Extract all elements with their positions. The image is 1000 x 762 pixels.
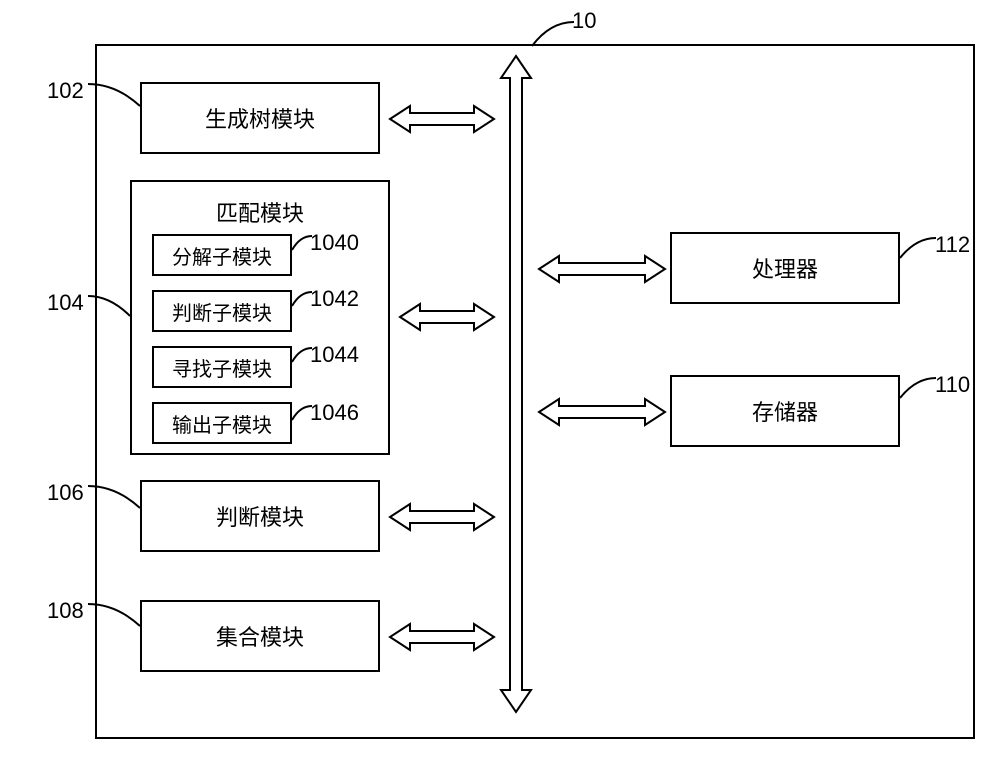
- memory-module: 存储器: [670, 375, 900, 447]
- ref-1046: 1046: [310, 400, 359, 426]
- decompose-sub-label: 分解子模块: [172, 241, 272, 270]
- output-sub-module: 输出子模块: [152, 402, 292, 444]
- leader-106: [86, 484, 144, 512]
- collection-module: 集合模块: [140, 600, 380, 672]
- ref-106: 106: [47, 480, 84, 506]
- spanning-tree-label: 生成树模块: [205, 102, 315, 134]
- ref-108: 108: [47, 598, 84, 624]
- ref-1040: 1040: [310, 230, 359, 256]
- ref-1044: 1044: [310, 342, 359, 368]
- leader-112: [898, 236, 940, 262]
- memory-label: 存储器: [752, 395, 818, 427]
- search-sub-label: 寻找子模块: [172, 353, 272, 382]
- leader-1046: [290, 404, 314, 424]
- judge-sub-label: 判断子模块: [172, 297, 272, 326]
- search-sub-module: 寻找子模块: [152, 346, 292, 388]
- leader-102: [86, 82, 144, 110]
- ref-1042: 1042: [310, 286, 359, 312]
- ref-102: 102: [47, 78, 84, 104]
- leader-108: [86, 602, 144, 630]
- decompose-sub-module: 分解子模块: [152, 234, 292, 276]
- leader-104: [86, 294, 134, 322]
- leader-110: [898, 376, 940, 402]
- processor-module: 处理器: [670, 232, 900, 304]
- processor-label: 处理器: [752, 252, 818, 284]
- spanning-tree-module: 生成树模块: [140, 82, 380, 154]
- bus-arrow-icon: [498, 54, 534, 719]
- leader-1044: [290, 346, 314, 366]
- ref-104: 104: [47, 290, 84, 316]
- leader-1042: [290, 290, 314, 310]
- ref-110: 110: [935, 372, 970, 398]
- leader-1040: [290, 234, 314, 254]
- judge-sub-module: 判断子模块: [152, 290, 292, 332]
- judgment-module-label: 判断模块: [216, 500, 304, 532]
- judgment-module: 判断模块: [140, 480, 380, 552]
- ref-112: 112: [935, 232, 970, 258]
- matching-module-label: 匹配模块: [132, 196, 388, 228]
- output-sub-label: 输出子模块: [172, 409, 272, 438]
- leader-10: [530, 20, 580, 50]
- collection-module-label: 集合模块: [216, 620, 304, 652]
